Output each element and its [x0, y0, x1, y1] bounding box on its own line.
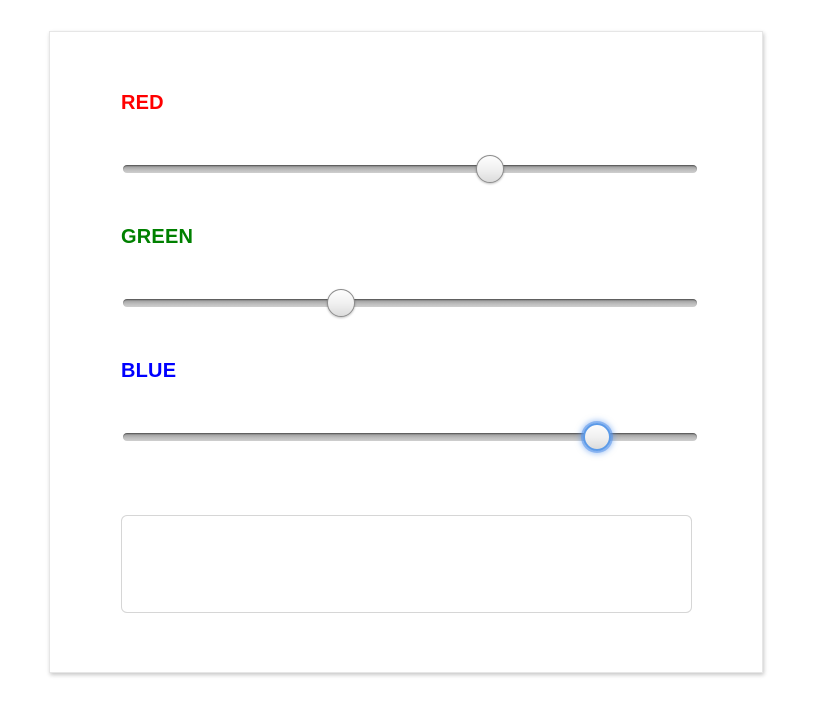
blue-slider-thumb[interactable]	[582, 423, 611, 451]
green-slider-track[interactable]	[123, 299, 697, 307]
green-slider-thumb[interactable]	[327, 289, 356, 317]
green-slider[interactable]	[123, 284, 697, 324]
blue-slider-track[interactable]	[123, 433, 697, 441]
blue-slider[interactable]	[123, 418, 697, 458]
red-slider-track[interactable]	[123, 165, 697, 173]
color-output-box[interactable]	[121, 515, 692, 613]
red-slider-thumb[interactable]	[476, 155, 505, 183]
color-mixer-panel: RED GREEN BLUE	[49, 31, 763, 673]
red-label: RED	[121, 92, 164, 114]
blue-label: BLUE	[121, 360, 177, 382]
green-label: GREEN	[121, 226, 194, 248]
red-slider[interactable]	[123, 150, 697, 190]
